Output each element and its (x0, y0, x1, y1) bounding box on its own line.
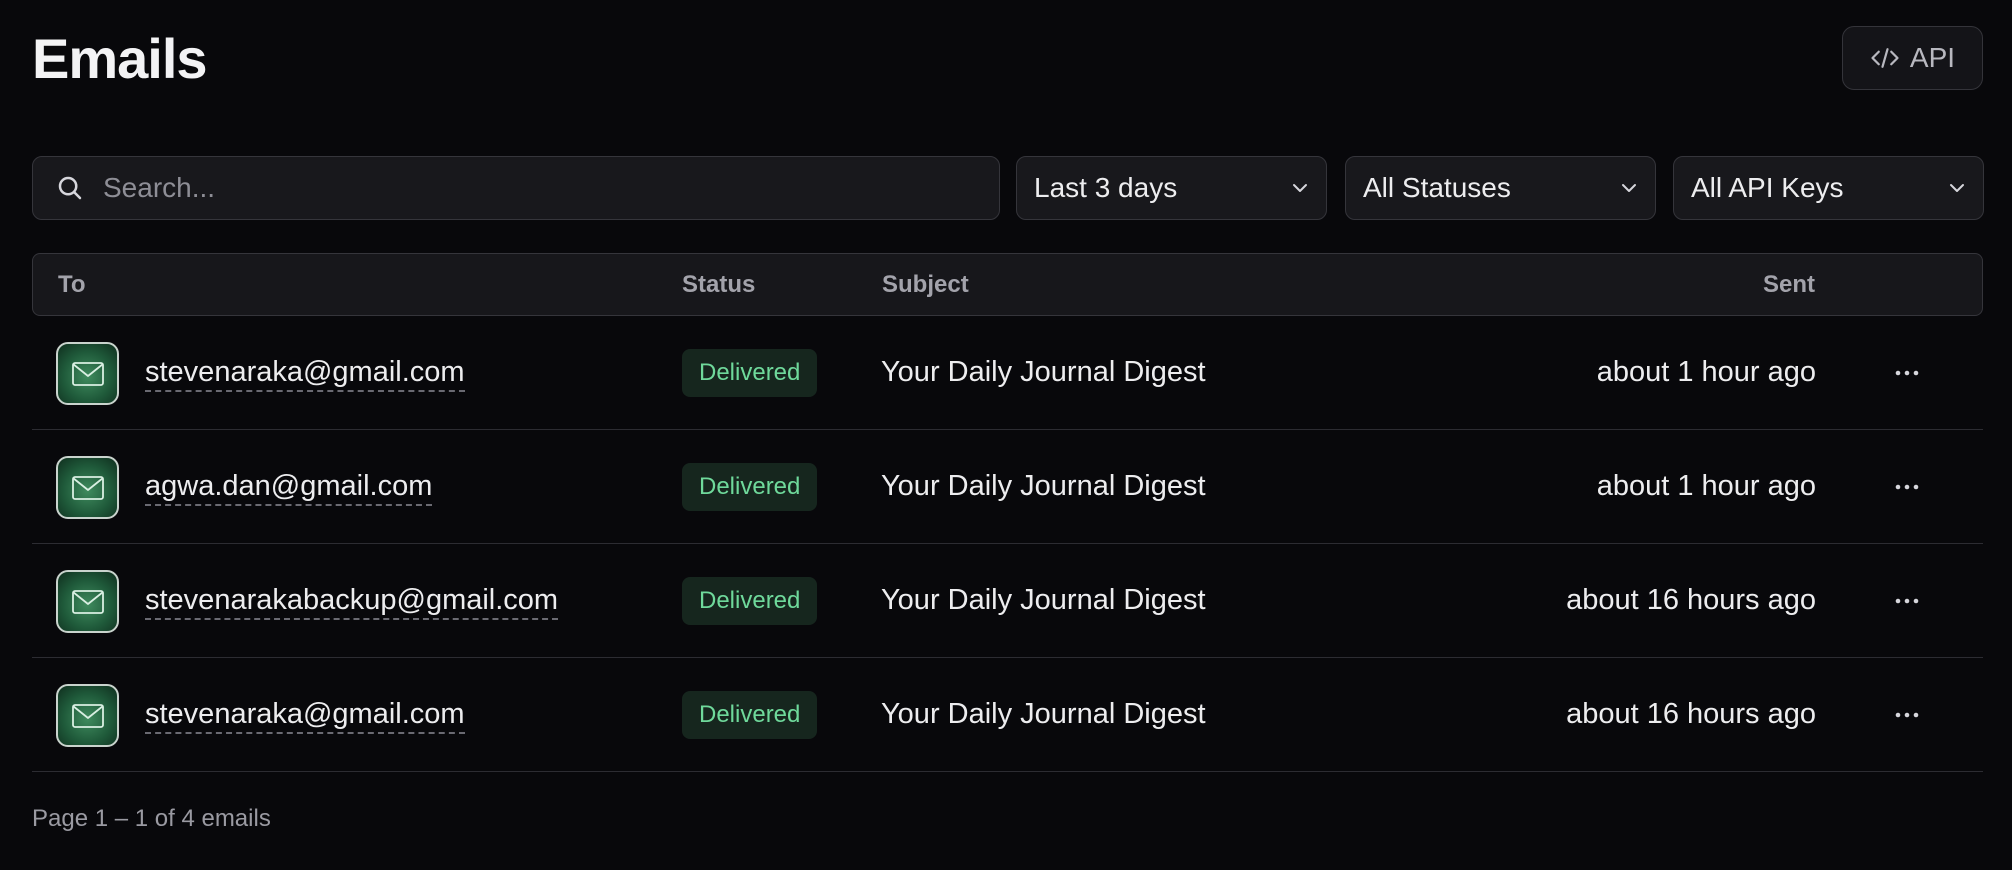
more-horizontal-icon (1895, 370, 1919, 376)
email-avatar (56, 684, 119, 747)
mail-icon (71, 589, 104, 614)
table-row[interactable]: stevenaraka@gmail.com Delivered Your Dai… (32, 316, 1983, 430)
email-subject: Your Daily Journal Digest (881, 584, 1206, 616)
table-row[interactable]: stevenaraka@gmail.com Delivered Your Dai… (32, 658, 1983, 772)
column-header-status: Status (682, 271, 756, 298)
table-row[interactable]: agwa.dan@gmail.com Delivered Your Daily … (32, 430, 1983, 544)
column-header-subject: Subject (882, 271, 969, 298)
status-badge: Delivered (682, 691, 818, 739)
page-title: Emails (32, 27, 208, 90)
api-keys-select[interactable]: All API Keys (1673, 156, 1984, 220)
email-subject: Your Daily Journal Digest (881, 698, 1206, 730)
email-avatar (56, 456, 119, 519)
column-header-to: To (58, 271, 86, 298)
more-horizontal-icon (1895, 484, 1919, 490)
recipient-email[interactable]: stevenaraka@gmail.com (145, 696, 465, 734)
chevron-down-icon (1293, 184, 1307, 192)
status-badge: Delivered (682, 463, 818, 511)
row-actions-button[interactable] (1891, 699, 1923, 731)
chevron-down-icon (1950, 184, 1964, 192)
chevron-down-icon (1622, 184, 1636, 192)
pagination-summary: Page 1 – 1 of 4 emails (32, 805, 271, 832)
mail-icon (71, 703, 104, 728)
recipient-email[interactable]: stevenarakabackup@gmail.com (145, 582, 559, 620)
email-subject: Your Daily Journal Digest (881, 356, 1206, 388)
date-range-value: Last 3 days (1034, 172, 1178, 203)
sent-time: about 1 hour ago (1596, 470, 1816, 502)
mail-icon (71, 361, 104, 386)
column-header-sent: Sent (1762, 271, 1815, 298)
api-button[interactable]: API (1842, 26, 1983, 90)
search-box[interactable] (32, 156, 1000, 220)
status-value: All Statuses (1363, 172, 1511, 203)
row-actions-button[interactable] (1891, 585, 1923, 617)
api-button-label: API (1909, 42, 1956, 73)
row-actions-button[interactable] (1891, 357, 1923, 389)
search-input[interactable] (103, 172, 923, 204)
more-horizontal-icon (1895, 712, 1919, 718)
row-actions-button[interactable] (1891, 471, 1923, 503)
status-badge: Delivered (682, 349, 818, 397)
more-horizontal-icon (1895, 598, 1919, 604)
email-subject: Your Daily Journal Digest (881, 470, 1206, 502)
sent-time: about 16 hours ago (1566, 584, 1816, 616)
emails-table: To Status Subject Sent stevenaraka@gmail… (32, 253, 1983, 772)
recipient-email[interactable]: agwa.dan@gmail.com (145, 468, 433, 506)
status-badge: Delivered (682, 577, 818, 625)
api-keys-value: All API Keys (1691, 172, 1844, 203)
emails-page: Emails API Last 3 days All Statuses (0, 0, 2012, 870)
date-range-select[interactable]: Last 3 days (1016, 156, 1327, 220)
table-row[interactable]: stevenarakabackup@gmail.com Delivered Yo… (32, 544, 1983, 658)
search-icon (58, 176, 82, 200)
table-header: To Status Subject Sent (32, 253, 1983, 316)
mail-icon (71, 475, 104, 500)
sent-time: about 1 hour ago (1596, 356, 1816, 388)
page-header: Emails API (32, 26, 1983, 92)
email-avatar (56, 342, 119, 405)
status-select[interactable]: All Statuses (1345, 156, 1656, 220)
email-avatar (56, 570, 119, 633)
sent-time: about 16 hours ago (1566, 698, 1816, 730)
recipient-email[interactable]: stevenaraka@gmail.com (145, 354, 465, 392)
code-icon (1871, 48, 1899, 68)
filter-bar: Last 3 days All Statuses All API Keys (32, 156, 1984, 220)
